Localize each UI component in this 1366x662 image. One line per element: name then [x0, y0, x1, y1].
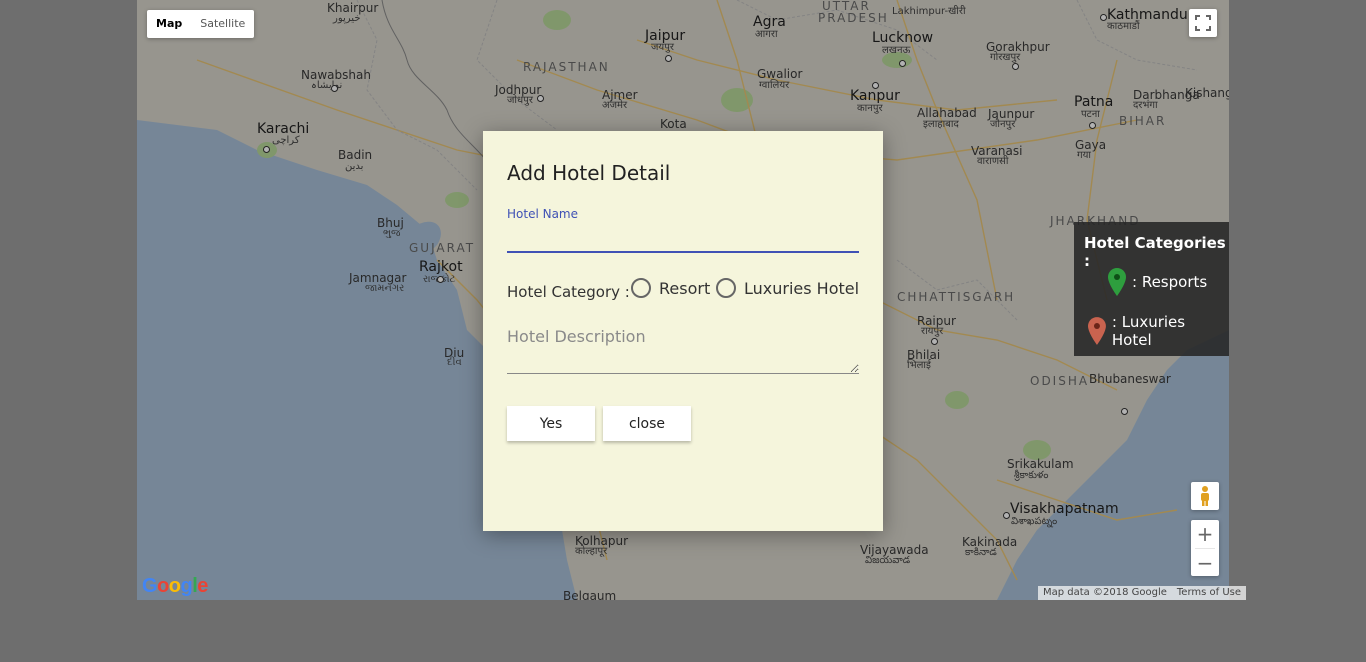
map-type-control: Map Satellite [147, 10, 255, 38]
google-logo-letter: G [142, 575, 158, 597]
green-marker-icon [1108, 268, 1126, 296]
map-type-satellite-button[interactable]: Satellite [191, 10, 254, 38]
radio-luxuries-hotel[interactable]: Luxuries Hotel [716, 278, 859, 298]
radio-circle-icon [631, 278, 651, 298]
radio-circle-icon [716, 278, 736, 298]
zoom-control: + − [1191, 520, 1219, 576]
map-attribution: Map data ©2018 Google Terms of Use [1038, 586, 1247, 600]
map-type-map-button[interactable]: Map [147, 10, 191, 38]
add-hotel-dialog: Add Hotel Detail Hotel Name Hotel Catego… [483, 131, 883, 531]
hotel-category-label: Hotel Category : [507, 283, 630, 301]
google-logo-letter: e [197, 575, 208, 597]
hotel-name-label: Hotel Name [507, 207, 579, 221]
google-logo-letter: o [168, 575, 181, 597]
legend-item-label: : Luxuries Hotel [1111, 313, 1186, 349]
radio-label: Resort [659, 278, 711, 298]
fullscreen-icon [1195, 15, 1211, 31]
legend-item-label: : Resports [1132, 273, 1208, 291]
close-button[interactable]: close [603, 406, 691, 441]
hotel-description-textarea[interactable] [507, 327, 859, 374]
dialog-title: Add Hotel Detail [507, 161, 671, 185]
legend-item-luxury: : Luxuries Hotel [1088, 313, 1229, 349]
legend-item-resort: : Resports [1108, 268, 1207, 296]
hotel-name-input[interactable] [507, 223, 859, 253]
map-data-credit: Map data ©2018 Google [1043, 587, 1167, 598]
legend-title: Hotel Categories : [1084, 234, 1226, 270]
radio-label: Luxuries Hotel [744, 278, 860, 298]
google-logo-letter: g [180, 575, 193, 597]
fullscreen-button[interactable] [1189, 9, 1217, 37]
hotel-categories-legend: Hotel Categories : : Resports : Luxuries… [1074, 222, 1229, 356]
zoom-out-button[interactable]: − [1191, 549, 1219, 577]
street-view-button[interactable] [1191, 482, 1219, 510]
red-marker-icon [1088, 317, 1106, 345]
google-logo: Google [142, 575, 208, 598]
radio-resort[interactable]: Resort [631, 278, 710, 298]
terms-of-use-link[interactable]: Terms of Use [1172, 586, 1246, 600]
pegman-icon [1201, 486, 1209, 506]
zoom-in-button[interactable]: + [1191, 520, 1219, 548]
yes-button[interactable]: Yes [507, 406, 595, 441]
google-logo-letter: o [157, 575, 169, 597]
